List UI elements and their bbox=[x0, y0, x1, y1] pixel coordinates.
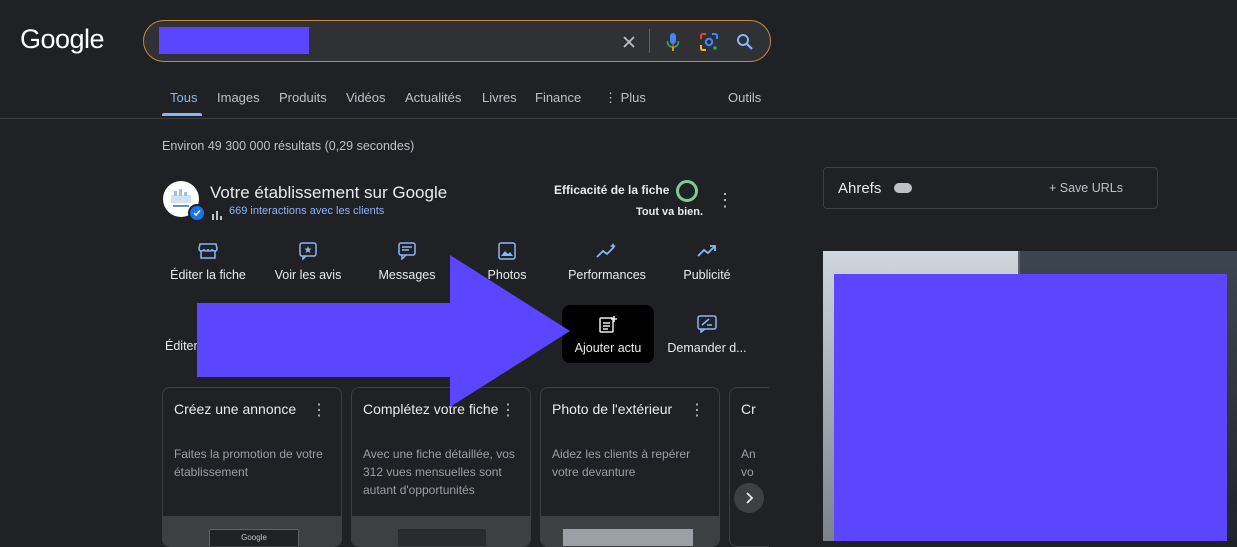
efficiency-ring-icon bbox=[676, 180, 698, 202]
tab-livres[interactable]: Livres bbox=[482, 90, 517, 105]
card-title: Photo de l'extérieur bbox=[552, 401, 673, 417]
search-divider bbox=[649, 29, 650, 53]
redacted-query bbox=[159, 27, 309, 54]
bar-chart-icon bbox=[212, 207, 223, 225]
advertising-label: Publicité bbox=[683, 268, 731, 282]
add-post-icon bbox=[563, 313, 653, 335]
active-tab-indicator bbox=[162, 113, 202, 116]
search-bar[interactable] bbox=[143, 20, 771, 62]
card-illustration bbox=[541, 516, 719, 546]
ahrefs-title: Ahrefs bbox=[838, 180, 882, 197]
card-exterior-photo[interactable]: Photo de l'extérieur ⋮ Aidez les clients… bbox=[540, 387, 720, 547]
ahrefs-bar: Ahrefs + Save URLs bbox=[823, 167, 1158, 209]
search-icon[interactable] bbox=[734, 31, 756, 53]
save-urls-button[interactable]: + Save URLs bbox=[1049, 181, 1123, 195]
business-title[interactable]: Votre établissement sur Google bbox=[210, 183, 447, 203]
card-description: Aidez les clients à repérer votre devant… bbox=[552, 447, 691, 479]
add-post-label: Ajouter actu bbox=[574, 341, 642, 355]
verified-check-icon bbox=[188, 204, 206, 222]
carousel-next-button[interactable] bbox=[734, 483, 764, 513]
result-stats: Environ 49 300 000 résultats (0,29 secon… bbox=[162, 139, 415, 153]
add-post-content[interactable]: Ajouter actu bbox=[563, 313, 653, 355]
tab-plus[interactable]: ⋮ Plus bbox=[604, 90, 646, 106]
card-description: An vo bbox=[741, 447, 756, 479]
tab-actualites[interactable]: Actualités bbox=[405, 90, 461, 105]
efficiency-label[interactable]: Efficacité de la fiche bbox=[554, 183, 669, 197]
performance-label: Performances bbox=[568, 268, 646, 282]
review-request-icon bbox=[662, 313, 752, 335]
card-title: Cr bbox=[741, 401, 756, 417]
card-description: Avec une fiche détaillée, vos 312 vues m… bbox=[363, 447, 515, 497]
card-illustration bbox=[352, 516, 530, 546]
tab-outils[interactable]: Outils bbox=[728, 90, 761, 105]
highlight-arrow-icon bbox=[197, 255, 570, 407]
performance-sparkle-icon bbox=[562, 240, 652, 262]
performance-button[interactable]: Performances bbox=[562, 240, 652, 282]
chevron-right-icon bbox=[746, 492, 754, 504]
card-thumb-label: Google bbox=[209, 529, 299, 546]
microphone-icon[interactable] bbox=[662, 31, 684, 53]
card-illustration: Google bbox=[163, 516, 341, 546]
close-icon[interactable] bbox=[618, 31, 640, 53]
tab-tous[interactable]: Tous bbox=[170, 90, 197, 105]
advertising-button[interactable]: Publicité bbox=[662, 240, 752, 282]
interactions-link[interactable]: 669 interactions avec les clients bbox=[229, 205, 384, 217]
edit-partial-label[interactable]: Éditer bbox=[165, 339, 198, 353]
card-more-icon[interactable]: ⋮ bbox=[689, 400, 705, 420]
efficiency-status: Tout va bien. bbox=[636, 206, 704, 218]
card-description: Faites la promotion de votre établisseme… bbox=[174, 447, 323, 479]
tab-images[interactable]: Images bbox=[217, 90, 260, 105]
ask-review-label: Demander d... bbox=[667, 341, 747, 355]
lens-icon[interactable] bbox=[698, 31, 720, 53]
more-options-icon[interactable]: ⋮ bbox=[716, 191, 734, 209]
trending-up-icon bbox=[662, 240, 752, 262]
header-divider bbox=[0, 118, 1237, 119]
tab-produits[interactable]: Produits bbox=[279, 90, 327, 105]
ask-review-button[interactable]: Demander d... bbox=[662, 313, 752, 355]
card-complete-profile[interactable]: Complétez votre fiche ⋮ Avec une fiche d… bbox=[351, 387, 531, 547]
tab-videos[interactable]: Vidéos bbox=[346, 90, 386, 105]
card-create-ad[interactable]: Créez une annonce ⋮ Faites la promotion … bbox=[162, 387, 342, 547]
card-partial[interactable]: Cr An vo bbox=[729, 387, 769, 547]
google-logo[interactable]: Google bbox=[20, 24, 105, 55]
ahrefs-toggle[interactable] bbox=[894, 183, 912, 193]
redacted-image bbox=[834, 274, 1227, 541]
tab-finance[interactable]: Finance bbox=[535, 90, 581, 105]
